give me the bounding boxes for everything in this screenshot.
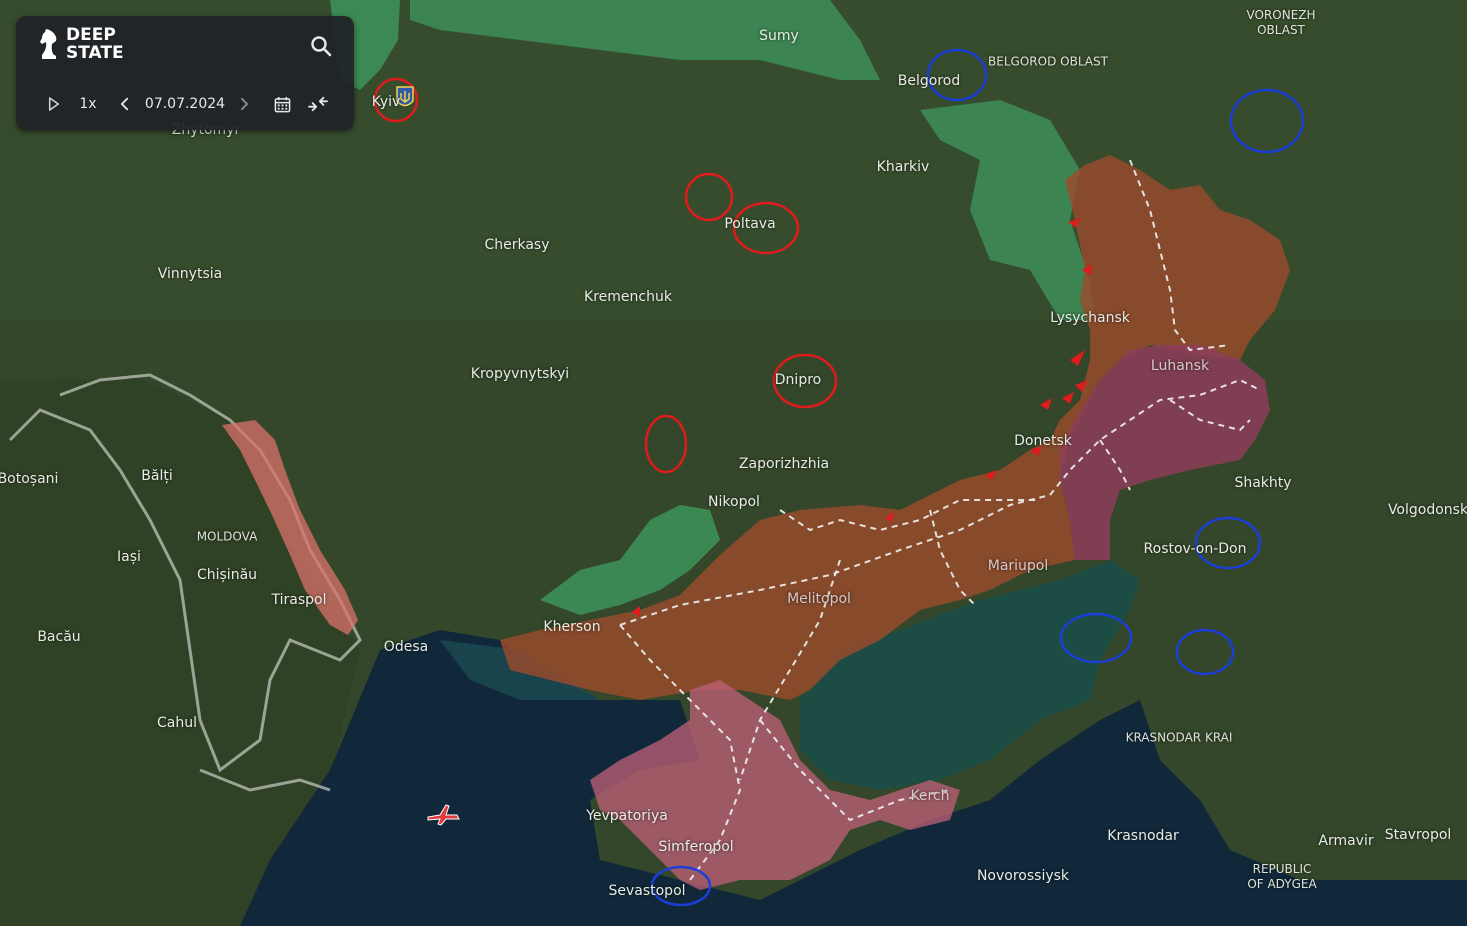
current-date[interactable]: 07.07.2024 bbox=[142, 88, 228, 120]
place-label-kharkiv: Kharkiv bbox=[876, 159, 930, 175]
place-label-kerch: Kerch bbox=[910, 788, 950, 804]
region-label-belgorod-oblast: BELGOROD OBLAST bbox=[988, 54, 1108, 69]
place-label-belgorod: Belgorod bbox=[897, 73, 961, 89]
place-label-kherson: Kherson bbox=[543, 619, 601, 635]
place-label-rostov-on-don: Rostov-on-Don bbox=[1143, 541, 1247, 557]
place-label-kyiv: Kyiv bbox=[371, 94, 401, 110]
place-label-melitopol: Melitopol bbox=[787, 591, 851, 607]
place-label-krasnodar: Krasnodar bbox=[1107, 828, 1179, 844]
brand-name: DEEP STATE bbox=[66, 26, 124, 62]
calendar-icon bbox=[274, 96, 290, 112]
place-label-sevastopol: Sevastopol bbox=[608, 883, 686, 899]
place-label-vinnytsia: Vinnytsia bbox=[157, 266, 223, 282]
previous-date-button[interactable] bbox=[116, 88, 132, 120]
play-button[interactable] bbox=[44, 88, 64, 120]
place-label-donetsk: Donetsk bbox=[1014, 433, 1072, 449]
brand-line-2: STATE bbox=[66, 43, 124, 63]
map-canvas[interactable] bbox=[0, 0, 1467, 926]
play-icon bbox=[48, 97, 60, 111]
place-label-sumy: Sumy bbox=[759, 28, 799, 44]
place-label-dnipro: Dnipro bbox=[774, 372, 822, 388]
control-panel: DEEP STATE 1x 07.07.2024 bbox=[16, 16, 354, 130]
place-label-lysychansk: Lysychansk bbox=[1050, 310, 1130, 326]
place-label-mariupol: Mariupol bbox=[987, 558, 1049, 574]
aircraft-icon[interactable] bbox=[426, 803, 460, 827]
place-label-kremenchuk: Kremenchuk bbox=[584, 289, 672, 305]
search-button[interactable] bbox=[308, 33, 334, 59]
search-icon bbox=[311, 36, 332, 57]
deepstate-logo[interactable]: DEEP STATE bbox=[38, 26, 124, 62]
place-label-luhansk: Luhansk bbox=[1150, 358, 1210, 374]
compare-button[interactable] bbox=[304, 88, 332, 120]
playback-speed-button[interactable]: 1x bbox=[74, 88, 102, 120]
place-label-yevpatoriya: Yevpatoriya bbox=[586, 808, 668, 824]
place-label-odesa: Odesa bbox=[383, 639, 429, 655]
brand-line-1: DEEP bbox=[66, 25, 116, 45]
place-label-simferopol: Simferopol bbox=[658, 839, 734, 855]
calendar-button[interactable] bbox=[270, 88, 294, 120]
place-label-novorossiysk: Novorossiysk bbox=[976, 868, 1070, 884]
compare-arrows-icon bbox=[308, 96, 328, 112]
place-label-tiraspol: Tiraspol bbox=[271, 592, 327, 608]
region-label-voronezh-oblast: VORONEZH OBLAST bbox=[1246, 8, 1316, 37]
place-label-stavropol: Stavropol bbox=[1384, 827, 1452, 843]
place-label-botosani: Botoșani bbox=[0, 471, 59, 487]
place-label-cherkasy: Cherkasy bbox=[484, 237, 550, 253]
place-label-nikopol: Nikopol bbox=[708, 494, 760, 510]
chevron-left-icon bbox=[120, 97, 128, 111]
chevron-right-icon bbox=[240, 97, 248, 111]
place-label-armavir: Armavir bbox=[1318, 833, 1374, 849]
place-label-chisinau: Chișinău bbox=[196, 567, 258, 583]
place-label-zaporizhzhia: Zaporizhzhia bbox=[738, 456, 830, 472]
place-label-shakhty: Shakhty bbox=[1234, 475, 1292, 491]
place-label-kropyvnytskyi: Kropyvnytskyi bbox=[470, 366, 570, 382]
chess-knight-icon bbox=[40, 29, 57, 59]
place-label-iasi: Iași bbox=[117, 549, 141, 565]
region-label-krasnodar-krai: KRASNODAR KRAI bbox=[1125, 730, 1233, 745]
timeline-controls: 1x 07.07.2024 bbox=[16, 88, 354, 120]
next-date-button[interactable] bbox=[236, 88, 252, 120]
place-label-cahul: Cahul bbox=[157, 715, 197, 731]
place-label-bacau: Bacău bbox=[37, 629, 81, 645]
place-label-balti: Bălți bbox=[141, 468, 173, 484]
region-label-republic-of-adygea: REPUBLIC OF ADYGEA bbox=[1247, 862, 1317, 891]
region-label-moldova: MOLDOVA bbox=[196, 529, 258, 544]
place-label-volgodonsk: Volgodonsk bbox=[1387, 502, 1467, 518]
place-label-poltava: Poltava bbox=[724, 216, 776, 232]
